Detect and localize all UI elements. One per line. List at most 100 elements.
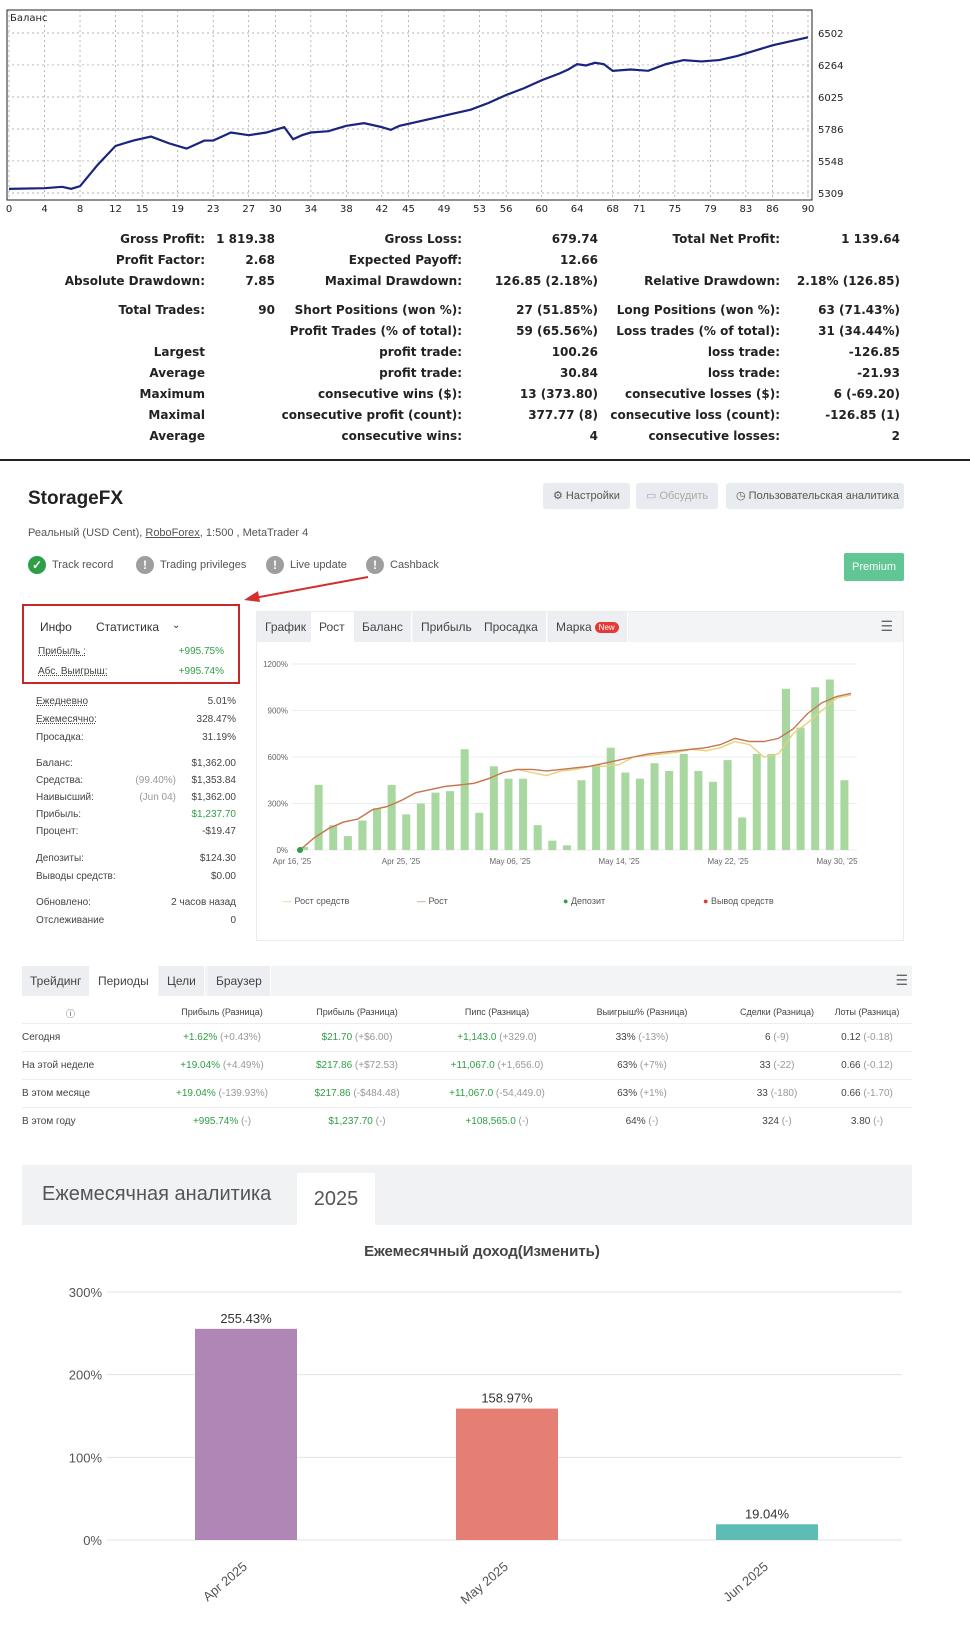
x-tick-label: 19 <box>171 204 184 215</box>
plot-frame <box>6 9 813 201</box>
profit-label: Прибыль : <box>38 646 86 657</box>
period-diff: (+4.49%) <box>220 1060 264 1071</box>
report-label: consecutive losses: <box>648 429 780 443</box>
stats-row: Средства: (99.40%) $1,353.84 <box>36 775 236 791</box>
monthly-title: Ежемесячная аналитика <box>42 1183 272 1205</box>
stats-row: Просадка: 31.19% <box>36 732 236 748</box>
info-icon: ! <box>266 556 284 575</box>
broker-link[interactable]: RoboForex <box>145 527 199 539</box>
year-tab[interactable]: 2025 <box>297 1173 375 1225</box>
growth-bar <box>475 812 484 850</box>
period-value: +995.74% <box>192 1116 239 1127</box>
period-value: 63% <box>617 1088 638 1099</box>
y-tick-label: 300% <box>268 800 288 809</box>
stats-value: 5.01% <box>207 696 236 707</box>
x-tick-label: 86 <box>766 204 779 215</box>
period-value: 0.12 <box>841 1032 861 1043</box>
badge-cashback[interactable]: ! Cashback <box>366 553 439 577</box>
tab-trading[interactable]: Трейдинг <box>22 966 91 996</box>
growth-bar <box>446 791 455 850</box>
tab-profit[interactable]: Прибыль <box>413 612 481 642</box>
tab-chart[interactable]: График <box>257 612 315 642</box>
y-tick-label: 5548 <box>818 157 843 168</box>
report-label: profit trade: <box>379 345 462 359</box>
x-tick-label: 23 <box>207 204 220 215</box>
report-label: Total Net Profit: <box>672 232 780 246</box>
tab-brand-label: Марка <box>556 620 592 634</box>
period-cell: $1,237.70 (-) <box>292 1116 422 1127</box>
tab-browser[interactable]: Браузер <box>208 966 271 996</box>
report-label: Profit Factor: <box>115 253 205 267</box>
legend-label: Депозит <box>570 896 606 906</box>
stats-label: Обновлено: <box>36 897 91 908</box>
growth-bar <box>752 753 761 850</box>
period-tabs: Трейдинг Периоды Цели Браузер ☰ <box>22 966 912 996</box>
badge-label: Live update <box>290 559 347 571</box>
check-icon: ✓ <box>28 556 46 575</box>
bar-value-label: 19.04% <box>745 1506 790 1521</box>
tab-growth[interactable]: Рост <box>311 612 354 642</box>
col-profit-usd: Прибыль (Разница) <box>316 1007 398 1017</box>
period-value: 324 <box>762 1116 779 1127</box>
report-label: loss trade: <box>707 366 780 380</box>
badge-label: Cashback <box>390 559 439 571</box>
badge-trading-privileges[interactable]: ! Trading privileges <box>136 553 246 577</box>
period-row: Сегодня +1.62% (+0.43%) $21.70 (+$6.00) +1,… <box>22 1023 912 1051</box>
x-tick-label: 8 <box>77 204 83 215</box>
period-diff: (+1%) <box>637 1088 667 1099</box>
tab-periods[interactable]: Периоды <box>90 966 158 996</box>
growth-bar <box>387 784 396 850</box>
growth-bar <box>416 803 425 850</box>
x-tick-label: 38 <box>340 204 353 215</box>
x-tick-label: May 22, '25 <box>707 857 749 866</box>
tab-brand[interactable]: Марка New <box>548 612 628 642</box>
period-value: $1,237.70 <box>328 1116 373 1127</box>
x-tick-label: 75 <box>668 204 681 215</box>
period-diff: (+$6.00) <box>352 1032 393 1043</box>
period-cell: 0.66 (-1.70) <box>812 1088 922 1099</box>
y-tick-label: 5786 <box>818 125 843 136</box>
report-row: Maximal consecutive profit (count): 377.77… <box>0 408 970 428</box>
period-diff: (-0.18) <box>860 1032 893 1043</box>
profit-value: +995.75% <box>178 646 224 657</box>
custom-analytics-button[interactable]: ◷ Пользовательская аналитика <box>726 483 904 509</box>
report-value: 63 (71.43%) <box>818 303 900 317</box>
x-tick-label: Apr 2025 <box>200 1559 250 1604</box>
tab-info[interactable]: Инфо <box>40 620 72 634</box>
periods-header: ⓘ Прибыль (Разница) Прибыль (Разница) Пи… <box>22 1003 912 1023</box>
filter-icon[interactable]: ☰ <box>895 972 908 989</box>
new-badge: New <box>594 622 619 634</box>
page-title: StorageFX <box>28 488 124 509</box>
tab-statistics[interactable]: Статистика <box>90 620 165 634</box>
growth-bar <box>431 792 440 850</box>
premium-button[interactable]: Premium <box>844 553 904 581</box>
filter-icon[interactable]: ☰ <box>880 618 893 635</box>
tab-drawdown[interactable]: Просадка <box>476 612 547 642</box>
y-tick-label: 6502 <box>818 29 843 40</box>
stats-value: $0.00 <box>210 871 236 882</box>
deposit-marker <box>297 847 303 853</box>
chevron-down-icon[interactable]: ⌄ <box>172 620 180 631</box>
badge-track-record[interactable]: ✓ Track record <box>28 553 113 577</box>
stats-value: 2 часов назад <box>171 897 236 908</box>
gear-icon: ⚙ <box>553 490 566 502</box>
leverage-platform: , 1:500 , MetaTrader 4 <box>199 527 309 539</box>
x-tick-label: 71 <box>633 204 646 215</box>
tab-balance[interactable]: Баланс <box>354 612 412 642</box>
discuss-button[interactable]: ▭ Обсудить <box>636 483 719 509</box>
period-cell: 3.80 (-) <box>812 1116 922 1127</box>
growth-bar <box>679 753 688 850</box>
growth-bar <box>840 780 849 850</box>
period-cell: +19.04% (+4.49%) <box>157 1060 287 1071</box>
report-value: 6 (-69.20) <box>833 387 900 401</box>
tab-goals[interactable]: Цели <box>159 966 205 996</box>
settings-button[interactable]: ⚙ Настройки <box>543 483 630 509</box>
period-diff: (-54,449.0) <box>493 1088 545 1099</box>
period-diff: (+329.0) <box>496 1032 537 1043</box>
period-value: 0.66 <box>841 1088 861 1099</box>
badge-label: Track record <box>52 559 114 571</box>
period-value: 3.80 <box>850 1116 871 1127</box>
period-cell: 33% (-13%) <box>577 1032 707 1043</box>
period-diff: (+1,656.0) <box>494 1060 544 1071</box>
growth-bar <box>314 784 323 850</box>
